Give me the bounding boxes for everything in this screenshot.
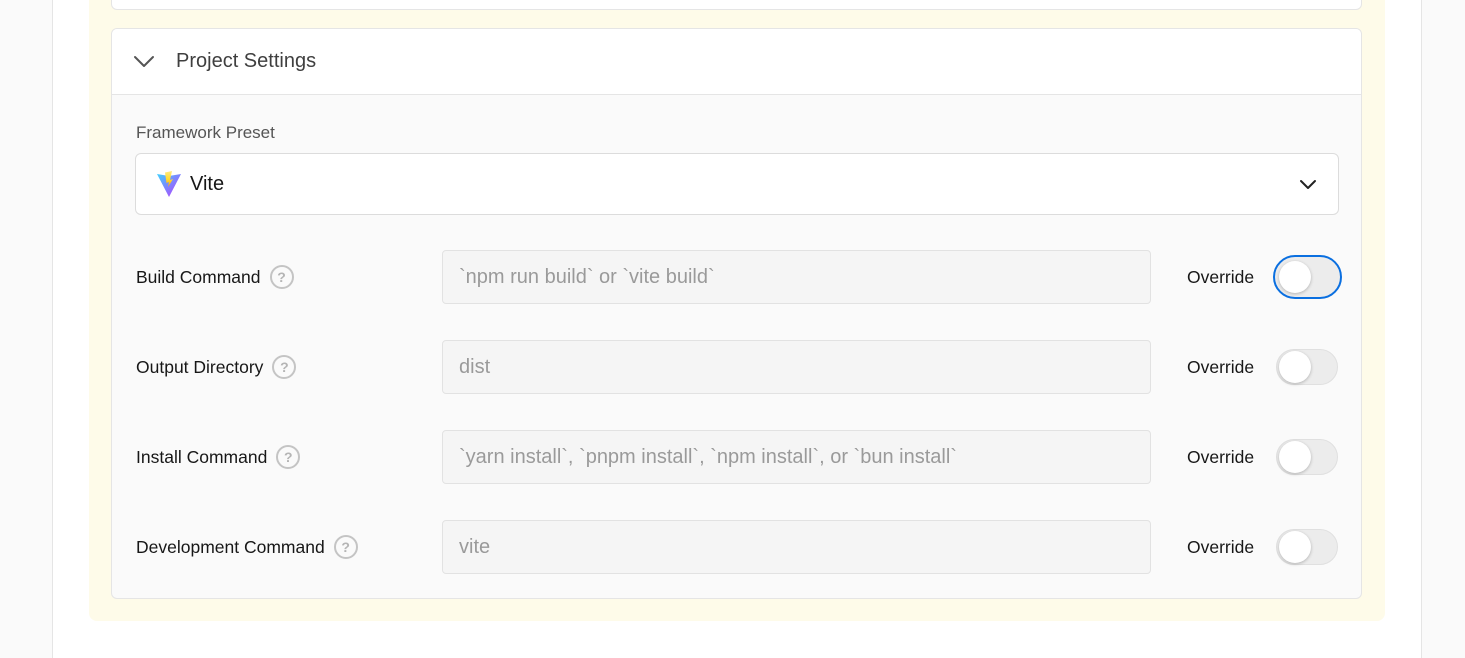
toggle-knob (1279, 351, 1311, 383)
install-command-input[interactable] (442, 430, 1151, 484)
section-title: Project Settings (176, 50, 317, 72)
framework-preset-select[interactable]: Vite (135, 153, 1339, 215)
development-command-input[interactable] (442, 520, 1151, 574)
help-icon[interactable]: ? (333, 535, 358, 559)
output-directory-row: Output Directory ? Override (112, 340, 1361, 394)
development-command-override-toggle[interactable] (1276, 529, 1338, 565)
toggle-knob (1279, 531, 1311, 563)
chevron-down-icon (132, 50, 156, 74)
project-settings-panel: Project Settings Framework Preset Vite B… (111, 28, 1362, 599)
build-command-label: Build Command (136, 266, 261, 287)
toggle-knob (1279, 441, 1311, 473)
build-command-input[interactable] (442, 250, 1151, 304)
help-icon[interactable]: ? (276, 445, 301, 469)
install-command-label: Install Command (136, 446, 268, 467)
toggle-knob (1279, 261, 1311, 293)
override-label: Override (1187, 266, 1255, 287)
output-directory-override-toggle[interactable] (1276, 349, 1338, 385)
build-command-override-toggle[interactable] (1273, 255, 1342, 299)
development-command-label: Development Command (136, 536, 325, 557)
vite-logo-icon (156, 170, 182, 198)
previous-section-card (111, 0, 1362, 10)
help-icon[interactable]: ? (272, 355, 297, 379)
chevron-down-icon (1296, 173, 1320, 197)
install-command-row: Install Command ? Override (112, 430, 1361, 484)
build-command-row: Build Command ? Override (112, 250, 1361, 304)
override-label: Override (1187, 536, 1255, 557)
output-directory-input[interactable] (442, 340, 1151, 394)
override-label: Override (1187, 356, 1255, 377)
framework-preset-value: Vite (190, 172, 225, 195)
help-icon[interactable]: ? (269, 265, 294, 289)
install-command-override-toggle[interactable] (1276, 439, 1338, 475)
output-directory-label: Output Directory (136, 356, 264, 377)
override-label: Override (1187, 446, 1255, 467)
framework-preset-label: Framework Preset (136, 123, 275, 142)
project-settings-toggle[interactable]: Project Settings (112, 29, 1361, 95)
development-command-row: Development Command ? Override (112, 520, 1361, 574)
